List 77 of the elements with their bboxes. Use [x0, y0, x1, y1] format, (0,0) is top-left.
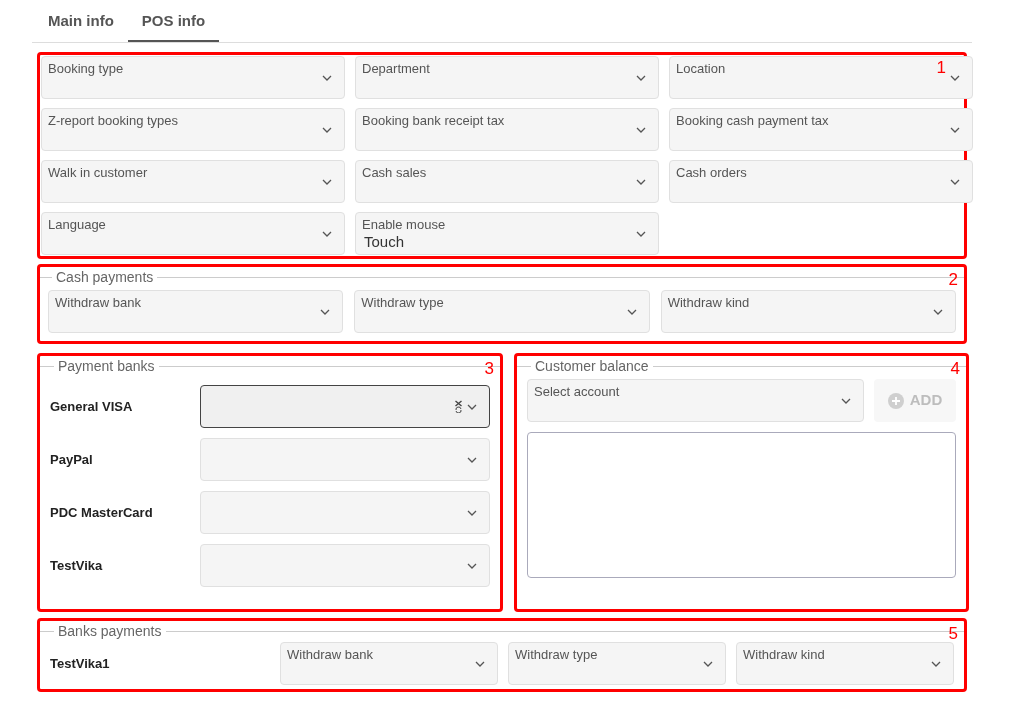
field-label: Booking type — [48, 60, 124, 78]
field-label: Withdraw type — [515, 646, 598, 664]
field-label: Enable mouse — [362, 216, 446, 234]
section-number: 4 — [950, 360, 960, 377]
field-label: Withdraw type — [361, 294, 444, 312]
select-field[interactable]: Withdraw kind — [660, 290, 956, 333]
select-field[interactable]: Withdraw bank — [48, 290, 344, 333]
select-field[interactable]: Withdraw type — [508, 642, 726, 685]
chevron-down-icon — [931, 660, 941, 667]
chevron-down-icon — [841, 397, 851, 404]
chevron-down-icon — [320, 308, 331, 315]
bank-name: PayPal — [50, 450, 94, 469]
field-label: Department — [362, 60, 430, 78]
field-label: Location — [676, 60, 726, 78]
field-label: Select account — [534, 383, 620, 401]
chevron-down-icon — [703, 660, 713, 667]
chevron-down-icon — [933, 308, 943, 315]
select-field[interactable] — [200, 385, 490, 428]
chevron-down-icon — [950, 178, 960, 185]
field-label: Withdraw kind — [743, 646, 825, 664]
tab[interactable]: Main info — [34, 2, 128, 42]
chevron-down-icon — [626, 308, 637, 315]
field-label: Booking bank receipt tax — [362, 112, 505, 130]
section-title: Banks payments — [57, 622, 163, 641]
chevron-down-icon — [950, 74, 960, 81]
field-value: Touch — [364, 231, 405, 252]
field-label: Cash sales — [362, 164, 427, 182]
bank-name: General VISA — [50, 397, 134, 416]
select-field[interactable]: Withdraw type — [354, 290, 650, 333]
select-field[interactable]: Booking type — [41, 56, 345, 99]
field-label: Withdraw bank — [55, 294, 141, 312]
chevron-down-icon — [322, 178, 332, 185]
section-number: 3 — [484, 360, 494, 377]
bank-name: TestVika1 — [50, 654, 111, 673]
chevron-down-icon — [322, 230, 332, 237]
bank-name: TestVika — [50, 556, 104, 575]
plus-circle-icon — [887, 392, 904, 409]
chevron-down-icon — [467, 403, 477, 410]
section-title: Cash payments — [55, 268, 155, 287]
select-field[interactable]: Cash sales — [355, 160, 659, 203]
select-field[interactable]: Department — [355, 56, 659, 99]
chevron-down-icon — [322, 126, 332, 133]
select-field[interactable]: Enable mouse Touch — [355, 212, 659, 255]
chevron-down-icon — [636, 230, 646, 237]
chevron-down-icon — [322, 74, 332, 81]
select-field[interactable]: Booking cash payment tax — [669, 108, 973, 151]
field-label: Withdraw kind — [667, 294, 750, 312]
field-label: Walk in customer — [48, 164, 148, 182]
chevron-down-icon — [636, 74, 646, 81]
tab[interactable]: POS info — [127, 2, 220, 42]
chevron-down-icon — [467, 509, 477, 516]
section-number: 5 — [948, 625, 958, 642]
select-field[interactable]: Withdraw bank — [280, 642, 498, 685]
select-field[interactable]: Withdraw kind — [736, 642, 954, 685]
select-field[interactable]: Z-report booking types — [41, 108, 345, 151]
select-field[interactable]: Walk in customer — [41, 160, 345, 203]
select-field[interactable]: Select account — [527, 379, 864, 422]
field-label: Z-report booking types — [48, 112, 179, 130]
chevron-down-icon — [636, 126, 646, 133]
select-field[interactable]: Booking bank receipt tax — [355, 108, 659, 151]
select-field[interactable]: Language — [41, 212, 345, 255]
chevron-down-icon — [636, 178, 646, 185]
section-number: 1 — [936, 59, 946, 76]
field-label: Language — [48, 216, 106, 234]
chevron-down-icon — [467, 562, 477, 569]
select-field[interactable]: Cash orders — [669, 160, 973, 203]
chevron-down-icon — [475, 660, 485, 667]
chevron-down-icon — [950, 126, 960, 133]
field-label: Booking cash payment tax — [676, 112, 829, 130]
section-title: Payment banks — [57, 357, 156, 376]
field-label: Cash orders — [676, 164, 747, 182]
chevron-down-icon — [467, 456, 477, 463]
clear-icon[interactable] — [454, 400, 463, 413]
bank-name: PDC MasterCard — [50, 503, 154, 522]
field-label: Withdraw bank — [287, 646, 373, 664]
section-title: Customer balance — [534, 357, 650, 376]
section-number: 2 — [948, 271, 958, 288]
